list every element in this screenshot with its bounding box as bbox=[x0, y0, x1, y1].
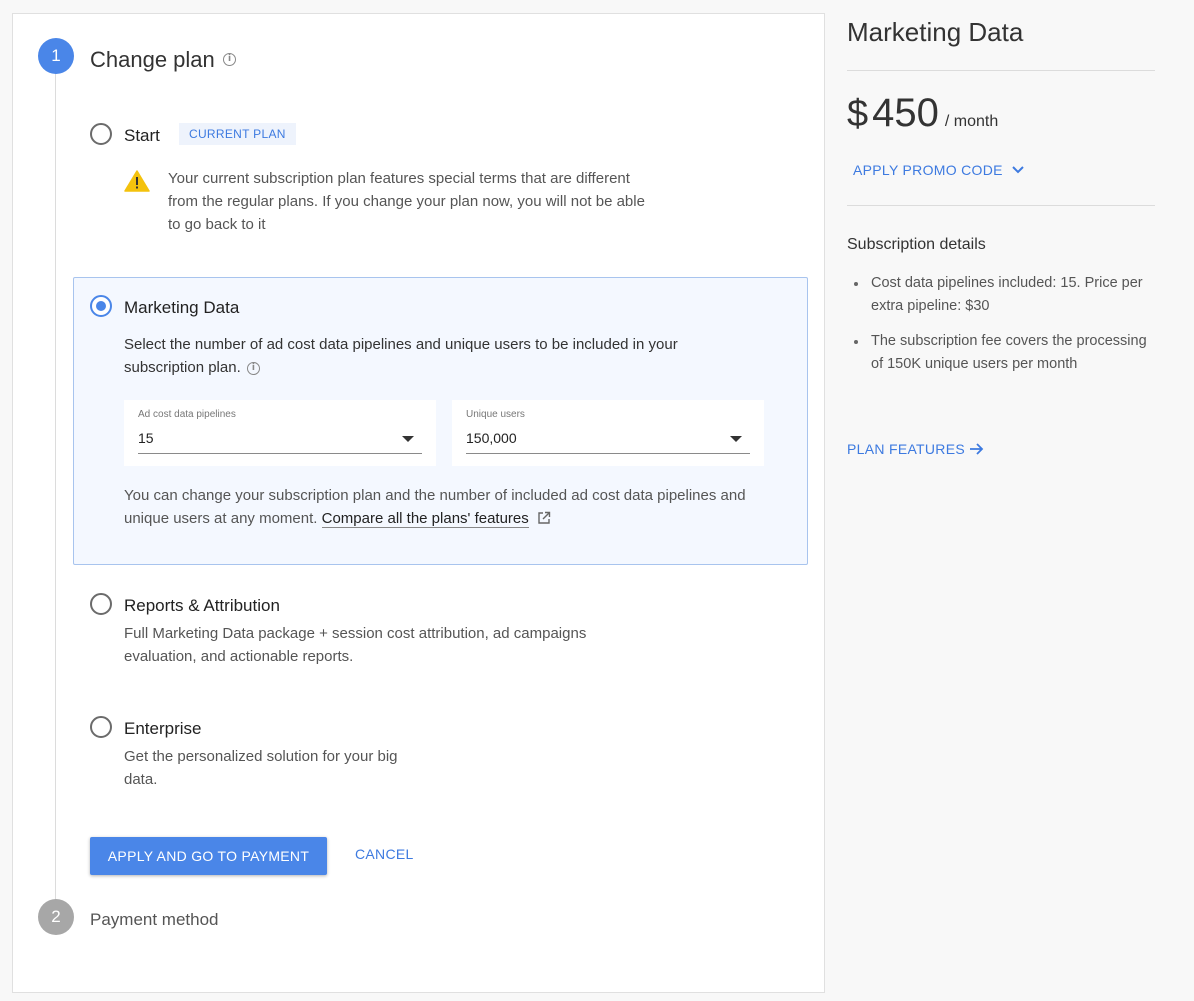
unique-users-select[interactable]: Unique users 150,000 bbox=[452, 400, 764, 466]
step-2-indicator: 2 bbox=[38, 899, 74, 935]
plan-name-enterprise: Enterprise bbox=[124, 719, 202, 738]
step-1-indicator: 1 bbox=[38, 38, 74, 74]
dropdown-arrow-icon bbox=[402, 436, 414, 442]
info-icon[interactable]: i bbox=[246, 361, 260, 375]
current-plan-badge: CURRENT PLAN bbox=[179, 123, 296, 145]
apply-and-go-to-payment-button[interactable]: APPLY AND GO TO PAYMENT bbox=[90, 837, 327, 875]
price: $450 / month bbox=[847, 91, 998, 136]
plan-name-start: Start bbox=[124, 126, 160, 145]
price-amount: 450 bbox=[872, 91, 939, 135]
dropdown-arrow-icon bbox=[730, 436, 742, 442]
plan-features-label: PLAN FEATURES bbox=[847, 441, 965, 457]
marketing-data-note: You can change your subscription plan an… bbox=[124, 487, 746, 528]
arrow-right-icon bbox=[970, 443, 984, 455]
marketing-data-description: Select the number of ad cost data pipeli… bbox=[124, 336, 678, 376]
users-select-value: 150,000 bbox=[466, 430, 517, 446]
select-underline bbox=[466, 453, 750, 454]
stepper-line bbox=[55, 72, 56, 906]
select-underline bbox=[138, 453, 422, 454]
step-1-number: 1 bbox=[51, 46, 61, 65]
plan-name-reports-attribution: Reports & Attribution bbox=[124, 596, 280, 615]
radio-reports-attribution[interactable] bbox=[90, 593, 112, 615]
reports-description: Full Marketing Data package + session co… bbox=[124, 625, 587, 665]
cancel-button[interactable]: CANCEL bbox=[355, 846, 414, 862]
pipelines-select-value: 15 bbox=[138, 430, 154, 446]
external-link-icon[interactable] bbox=[537, 511, 551, 525]
start-warning-text: Your current subscription plan features … bbox=[168, 170, 645, 233]
summary-title: Marketing Data bbox=[847, 17, 1024, 47]
compare-plans-link[interactable]: Compare all the plans' features bbox=[321, 510, 529, 528]
change-plan-card: 1 Change plan i Start CURRENT PLAN Your … bbox=[12, 13, 825, 993]
enterprise-description: Get the personalized solution for your b… bbox=[124, 748, 398, 788]
step-2-number: 2 bbox=[51, 907, 61, 926]
info-icon[interactable]: i bbox=[223, 53, 236, 66]
plan-features-link[interactable]: PLAN FEATURES bbox=[847, 441, 985, 457]
warning-icon bbox=[124, 170, 150, 192]
subscription-details-list: Cost data pipelines included: 15. Price … bbox=[847, 272, 1147, 388]
plan-name-marketing-data: Marketing Data bbox=[124, 298, 240, 317]
price-period: / month bbox=[944, 113, 999, 130]
step-2-title[interactable]: Payment method bbox=[90, 910, 219, 930]
pipelines-select-label: Ad cost data pipelines bbox=[138, 409, 236, 420]
list-item: Cost data pipelines included: 15. Price … bbox=[847, 272, 1147, 318]
users-select-label: Unique users bbox=[466, 409, 525, 420]
price-currency: $ bbox=[847, 93, 869, 135]
radio-enterprise[interactable] bbox=[90, 716, 112, 738]
summary-divider bbox=[847, 205, 1155, 206]
radio-start[interactable] bbox=[90, 123, 112, 145]
list-item: The subscription fee covers the processi… bbox=[847, 330, 1147, 376]
subscription-details-title: Subscription details bbox=[847, 236, 986, 253]
radio-marketing-data[interactable] bbox=[90, 295, 112, 317]
pipelines-select[interactable]: Ad cost data pipelines 15 bbox=[124, 400, 436, 466]
chevron-down-icon bbox=[1012, 166, 1024, 174]
promo-label: APPLY PROMO CODE bbox=[853, 162, 1003, 178]
apply-promo-code-button[interactable]: APPLY PROMO CODE bbox=[853, 162, 1025, 178]
summary-divider bbox=[847, 70, 1155, 71]
step-1-title: Change plan bbox=[90, 47, 215, 72]
